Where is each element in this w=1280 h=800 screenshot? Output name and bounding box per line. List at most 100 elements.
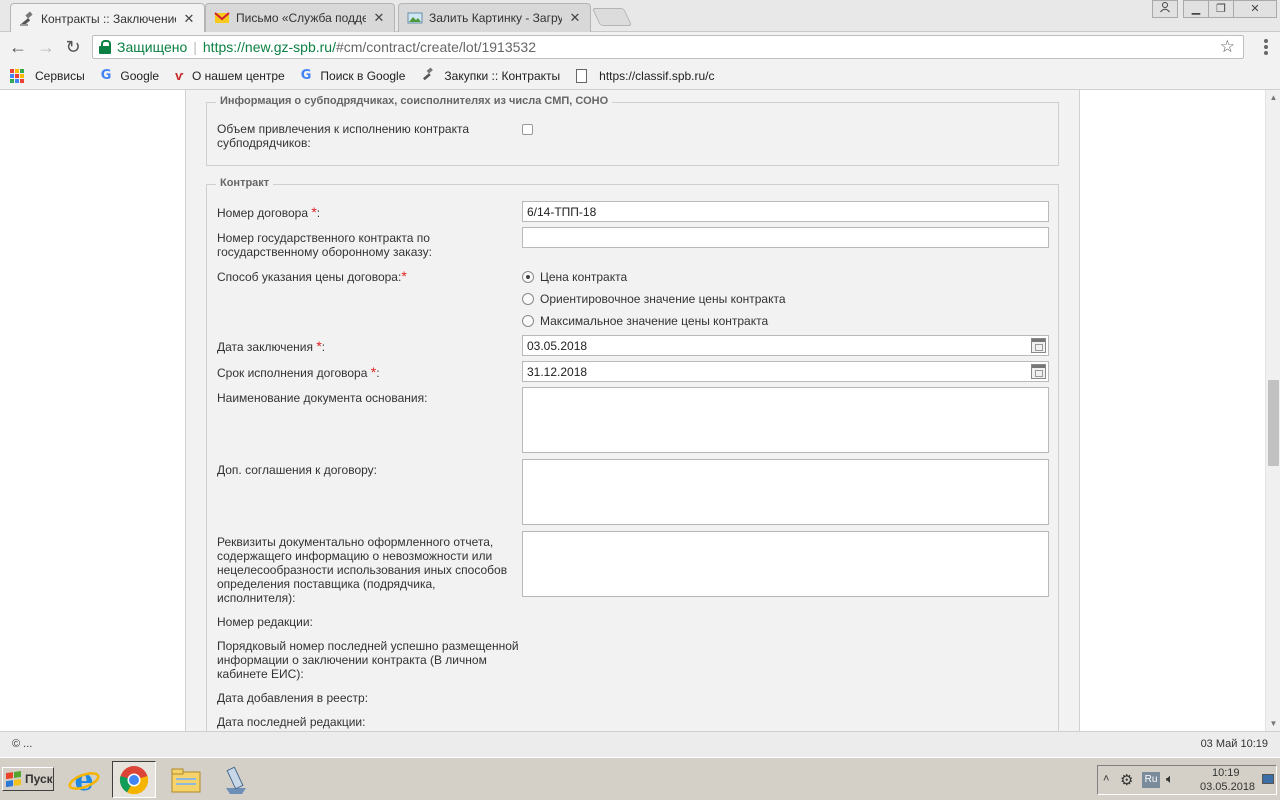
bookmark-label: О нашем центре xyxy=(191,68,285,83)
clock-time[interactable]: 10:19 xyxy=(1212,767,1240,779)
execution-term-input[interactable]: 31.12.2018 xyxy=(522,361,1049,382)
system-tray: ˄ ⚙ Ru 🔈︎ 10:19 03.05.2018 xyxy=(1097,765,1277,795)
bookmark-google[interactable]: G Google xyxy=(101,68,159,83)
required-asterisk: * xyxy=(316,338,322,354)
speaker-icon[interactable]: 🔈︎ xyxy=(1166,771,1174,787)
start-button[interactable]: Пуск xyxy=(2,767,54,791)
forward-arrow-icon[interactable]: → xyxy=(36,37,56,57)
close-icon[interactable]: ✕ xyxy=(182,11,196,27)
close-icon[interactable]: ✕ xyxy=(568,10,582,26)
price-option-contract-price[interactable]: Цена контракта xyxy=(522,270,627,284)
tab-contracts[interactable]: Контракты :: Заключение ✕ xyxy=(10,3,205,33)
price-option-approximate[interactable]: Ориентировочное значение цены контракта xyxy=(522,292,786,306)
tab-title: Письмо «Служба поддерж xyxy=(236,11,366,25)
tab-mail[interactable]: Письмо «Служба поддерж ✕ xyxy=(205,3,395,32)
folder-icon[interactable] xyxy=(164,761,208,798)
status-bar: © ... 03 Май 10:19 xyxy=(0,731,1280,757)
status-datetime: 03 Май 10:19 xyxy=(1200,738,1268,750)
calendar-icon[interactable] xyxy=(1031,364,1046,379)
date-value: 31.12.2018 xyxy=(527,365,588,379)
page-viewport: Информация о субподрядчиках, соисполните… xyxy=(0,90,1265,731)
bookmark-google-search[interactable]: G Поиск в Google xyxy=(301,68,406,83)
radio-label: Цена контракта xyxy=(540,270,628,284)
basis-document-textarea[interactable] xyxy=(522,387,1049,453)
google-icon: G xyxy=(300,68,312,83)
tab-strip: Контракты :: Заключение ✕ Письмо «Служба… xyxy=(0,0,1280,33)
gavel-icon xyxy=(19,11,35,27)
radio-label: Максимальное значение цены контракта xyxy=(540,314,769,328)
reload-icon[interactable]: ↻ xyxy=(63,37,83,57)
report-details-label: Реквизиты документально оформленного отч… xyxy=(217,535,508,605)
language-indicator[interactable]: Ru xyxy=(1142,772,1160,788)
contract-legend: Контракт xyxy=(216,177,274,189)
report-details-textarea[interactable] xyxy=(522,531,1049,597)
gear-icon[interactable]: ⚙ xyxy=(1120,771,1133,789)
status-left: © ... xyxy=(12,738,33,750)
required-asterisk: * xyxy=(370,364,377,380)
back-arrow-icon[interactable]: ← xyxy=(8,37,28,57)
scroll-thumb[interactable] xyxy=(1268,380,1279,466)
radio-icon xyxy=(522,315,534,327)
form-container: Информация о субподрядчиках, соисполните… xyxy=(185,90,1080,731)
minimize-icon[interactable]: ▁ xyxy=(1183,0,1209,18)
windows-taskbar: Пуск e ˄ ⚙ Ru 🔈︎ 10:19 03.05.2018 xyxy=(0,757,1280,800)
close-icon[interactable]: ✕ xyxy=(372,10,386,26)
menu-kebab-icon[interactable] xyxy=(1264,39,1268,55)
radio-label: Ориентировочное значение цены контракта xyxy=(540,292,786,306)
serial-number-label: Порядковый номер последней успешно разме… xyxy=(217,639,519,681)
page-scrollbar[interactable]: ▲ ▼ xyxy=(1265,90,1280,731)
subcontractor-volume-checkbox[interactable] xyxy=(522,124,533,135)
bookmark-services[interactable]: Сервисы xyxy=(10,68,85,83)
bookmark-about-center[interactable]: ⱱ О нашем центре xyxy=(175,68,285,83)
tab-title: Залить Картинку - Загруз xyxy=(429,11,562,25)
start-label: Пуск xyxy=(25,772,53,786)
clock-date[interactable]: 03.05.2018 xyxy=(1200,781,1255,793)
subcontractors-legend: Информация о субподрядчиках, соисполните… xyxy=(216,95,613,107)
last-edit-date-label: Дата последней редакции: xyxy=(217,715,366,729)
internet-explorer-icon[interactable]: e xyxy=(62,761,106,798)
secure-label: Защищено xyxy=(117,39,188,55)
new-tab-button[interactable] xyxy=(591,8,633,26)
additional-agreements-label: Доп. соглашения к договору: xyxy=(217,463,377,477)
additional-agreements-textarea[interactable] xyxy=(522,459,1049,525)
scroll-down-arrow-icon[interactable]: ▼ xyxy=(1266,716,1280,731)
bookmark-label: Сервисы xyxy=(35,68,85,83)
bookmarks-bar: Сервисы G Google ⱱ О нашем центре G Поис… xyxy=(0,62,1280,90)
scanner-icon[interactable] xyxy=(214,761,258,798)
required-asterisk: * xyxy=(401,268,407,284)
url-host: https://new.gz-spb.ru/ xyxy=(202,39,336,55)
center-logo-icon: ⱱ xyxy=(175,68,183,83)
price-option-maximum[interactable]: Максимальное значение цены контракта xyxy=(522,314,768,328)
chrome-icon[interactable] xyxy=(112,761,156,798)
gavel-icon xyxy=(421,67,435,84)
required-asterisk: * xyxy=(311,204,317,220)
profile-icon[interactable] xyxy=(1152,0,1178,18)
tab-upload-image[interactable]: Залить Картинку - Загруз ✕ xyxy=(398,3,591,32)
url-path: #cm/contract/create/lot/1913532 xyxy=(335,39,536,55)
tray-expand-icon[interactable]: ˄ xyxy=(1103,773,1109,785)
windows-flag-icon xyxy=(6,771,22,787)
conclusion-date-label: Дата заключения *: xyxy=(217,338,326,354)
browser-toolbar: ← → ↻ Защищено | https://new.gz-spb.ru/ … xyxy=(0,32,1280,62)
bookmark-purchases[interactable]: Закупки :: Контракты xyxy=(421,67,560,84)
window-close-icon[interactable]: ✕ xyxy=(1233,0,1277,18)
show-desktop-icon[interactable] xyxy=(1262,774,1274,784)
address-bar[interactable]: Защищено | https://new.gz-spb.ru/ #cm/co… xyxy=(92,35,1244,59)
label-text: Дата заключения xyxy=(217,340,313,354)
tab-title: Контракты :: Заключение xyxy=(41,11,176,26)
scroll-up-arrow-icon[interactable]: ▲ xyxy=(1266,90,1280,105)
calendar-icon[interactable] xyxy=(1031,338,1046,353)
subcontractors-group: Информация о субподрядчиках, соисполните… xyxy=(206,95,1059,166)
bookmark-label: Поиск в Google xyxy=(320,68,406,83)
google-icon: G xyxy=(100,68,112,83)
restore-icon[interactable]: ❐ xyxy=(1208,0,1234,18)
bookmark-star-icon[interactable]: ☆ xyxy=(1220,37,1235,57)
gov-contract-number-input[interactable] xyxy=(522,227,1049,248)
contract-group: Контракт Номер договора *: 6/14-ТПП-18 Н… xyxy=(206,177,1059,731)
bookmark-label: Google xyxy=(120,68,160,83)
label-text: Способ указания цены договора: xyxy=(217,270,402,284)
contract-number-input[interactable]: 6/14-ТПП-18 xyxy=(522,201,1049,222)
label-text: Номер договора xyxy=(217,206,308,220)
bookmark-classif[interactable]: https://classif.spb.ru/c xyxy=(576,68,715,83)
conclusion-date-input[interactable]: 03.05.2018 xyxy=(522,335,1049,356)
